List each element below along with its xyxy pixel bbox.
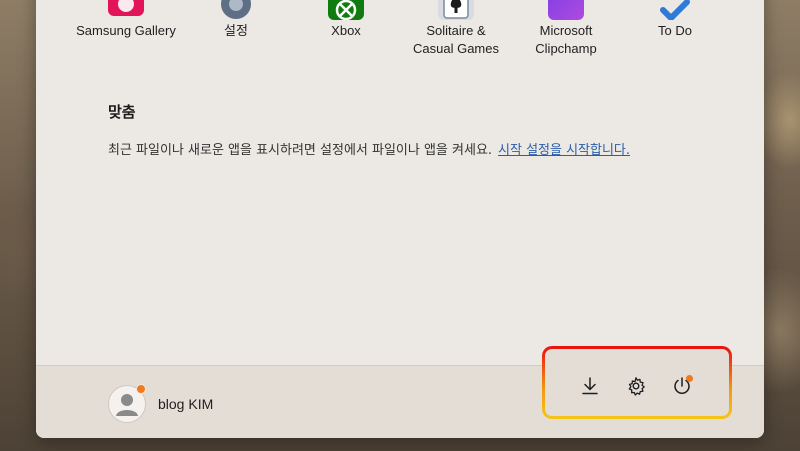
app-label: Samsung Gallery [76, 23, 176, 38]
app-label: Microsoft Clipchamp [535, 23, 597, 56]
downloads-button[interactable] [575, 371, 605, 401]
start-settings-link[interactable]: 시작 설정을 시작합니다. [498, 143, 630, 158]
power-button[interactable] [667, 371, 697, 401]
app-label: Xbox [331, 23, 361, 38]
xbox-icon [328, 0, 364, 21]
app-label: Solitaire & Casual Games [413, 23, 499, 56]
recommended-description: 최근 파일이나 새로운 앱을 표시하려면 설정에서 파일이나 앱을 켜세요. 시작… [108, 139, 630, 158]
start-menu: Samsung Gallery 설정 Xbox Solitaire & Casu… [36, 0, 764, 438]
recommended-text: 최근 파일이나 새로운 앱을 표시하려면 설정에서 파일이나 앱을 켜세요. [108, 143, 493, 158]
settings-button[interactable] [621, 371, 651, 401]
download-icon [582, 377, 598, 395]
settings-gear-icon [218, 0, 254, 20]
solitaire-icon [438, 0, 474, 20]
notification-dot [136, 384, 146, 394]
highlight-box [542, 346, 732, 419]
start-menu-footer: blog KIM [36, 349, 764, 438]
app-label: To Do [658, 23, 692, 38]
samsung-gallery-icon [108, 0, 144, 16]
app-label: 설정 [224, 23, 248, 38]
pinned-apps: Samsung Gallery 설정 Xbox Solitaire & Casu… [36, 0, 764, 80]
user-account-button[interactable]: blog KIM [106, 384, 246, 424]
clipchamp-icon [548, 0, 584, 20]
todo-icon [657, 0, 693, 23]
user-name: blog KIM [158, 396, 214, 412]
gear-icon [628, 377, 645, 396]
recommended-title: 맞춤 [108, 103, 136, 121]
update-notification-dot [686, 375, 693, 382]
